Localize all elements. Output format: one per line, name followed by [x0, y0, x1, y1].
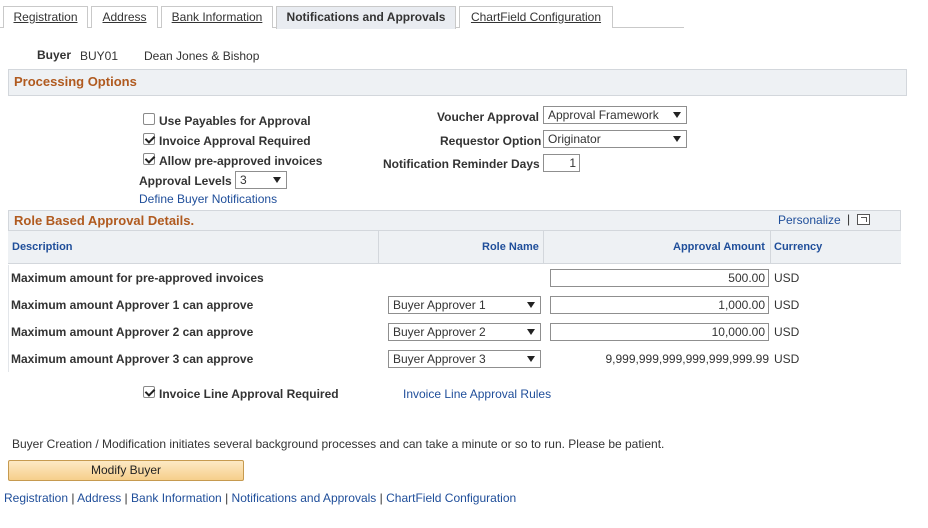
approval-amount-readonly: 9,999,999,999,999,999,999.99 [605, 352, 770, 366]
column-header-currency[interactable]: Currency [774, 241, 822, 253]
link-separator: | [379, 491, 383, 505]
allow-preapproved-checkbox[interactable] [143, 153, 155, 165]
chevron-down-icon [673, 112, 681, 118]
approval-levels-value: 3 [240, 173, 247, 187]
invoice-line-approval-label: Invoice Line Approval Required [159, 387, 339, 401]
tab-label: Bank Information [171, 10, 263, 24]
voucher-approval-label: Voucher Approval [437, 110, 540, 124]
column-header-description[interactable]: Description [12, 241, 73, 253]
column-header-approval-amount[interactable]: Approval Amount [673, 241, 765, 253]
invoice-line-approval-checkbox[interactable] [143, 386, 155, 398]
bottom-link-address[interactable]: Address [77, 491, 121, 505]
role-name-value: Buyer Approver 1 [393, 298, 486, 312]
processing-options-title: Processing Options [14, 74, 137, 89]
link-separator: | [124, 491, 128, 505]
tab-notifications-and-approvals[interactable]: Notifications and Approvals [276, 6, 456, 29]
tab-registration[interactable]: Registration [3, 6, 88, 28]
approval-amount-input[interactable]: 500.00 [550, 269, 769, 287]
buyer-name: Dean Jones & Bishop [144, 49, 260, 63]
column-divider [770, 230, 771, 264]
row-description: Maximum amount Approver 3 can approve [11, 352, 254, 366]
tab-bar: Registration Address Bank Information No… [0, 6, 684, 29]
row-description: Maximum amount for pre-approved invoices [11, 271, 264, 285]
bottom-link-bank-information[interactable]: Bank Information [131, 491, 222, 505]
row-description: Maximum amount Approver 2 can approve [11, 325, 254, 339]
processing-options-bar [8, 69, 907, 96]
link-separator: | [71, 491, 75, 505]
invoice-approval-label: Invoice Approval Required [159, 134, 311, 148]
role-grid-header [8, 230, 901, 264]
role-name-select[interactable]: Buyer Approver 2 [388, 323, 541, 341]
tab-label: Notifications and Approvals [286, 10, 446, 24]
buyer-label: Buyer [37, 48, 72, 62]
column-divider [378, 230, 379, 264]
voucher-approval-value: Approval Framework [548, 108, 659, 122]
chevron-down-icon [527, 302, 535, 308]
chevron-down-icon [527, 329, 535, 335]
tab-bank-information[interactable]: Bank Information [161, 6, 273, 28]
footer-note: Buyer Creation / Modification initiates … [12, 437, 665, 451]
reminder-days-label: Notification Reminder Days [383, 157, 540, 171]
tab-address[interactable]: Address [91, 6, 158, 28]
row-currency: USD [774, 271, 800, 285]
chevron-down-icon [273, 177, 281, 183]
row-description: Maximum amount Approver 1 can approve [11, 298, 254, 312]
requestor-option-select[interactable]: Originator [543, 130, 687, 148]
bottom-link-registration[interactable]: Registration [4, 491, 68, 505]
requestor-option-label: Requestor Option [440, 134, 542, 148]
invoice-line-approval-rules-link[interactable]: Invoice Line Approval Rules [403, 387, 551, 401]
column-header-role-name[interactable]: Role Name [482, 241, 539, 253]
personalize-separator: | [847, 212, 851, 226]
row-currency: USD [774, 352, 800, 366]
approval-levels-label: Approval Levels [139, 174, 232, 188]
chevron-down-icon [673, 136, 681, 142]
chevron-down-icon [527, 356, 535, 362]
role-grid-title: Role Based Approval Details. [14, 213, 195, 228]
buyer-id: BUY01 [80, 49, 119, 63]
voucher-approval-select[interactable]: Approval Framework [543, 106, 687, 124]
tab-label: Address [102, 10, 147, 24]
link-separator: | [225, 491, 229, 505]
role-name-value: Buyer Approver 2 [393, 325, 486, 339]
modify-buyer-button[interactable]: Modify Buyer [8, 460, 244, 481]
approval-amount-input[interactable]: 1,000.00 [550, 296, 769, 314]
invoice-approval-checkbox[interactable] [143, 133, 155, 145]
personalize-link[interactable]: Personalize [778, 213, 841, 227]
role-name-select[interactable]: Buyer Approver 1 [388, 296, 541, 314]
define-buyer-notifications-link[interactable]: Define Buyer Notifications [139, 192, 277, 206]
requestor-option-value: Originator [548, 132, 601, 146]
use-payables-checkbox[interactable] [143, 113, 155, 125]
use-payables-label: Use Payables for Approval [159, 114, 311, 128]
row-currency: USD [774, 325, 800, 339]
role-name-select[interactable]: Buyer Approver 3 [388, 350, 541, 368]
reminder-days-input[interactable]: 1 [543, 154, 580, 172]
allow-preapproved-label: Allow pre-approved invoices [159, 154, 323, 168]
tab-chartfield-configuration[interactable]: ChartField Configuration [459, 6, 613, 28]
column-divider [543, 230, 544, 264]
popup-window-icon[interactable] [857, 214, 870, 225]
bottom-link-chartfield-configuration[interactable]: ChartField Configuration [386, 491, 516, 505]
approval-levels-select[interactable]: 3 [235, 171, 287, 189]
tab-label: ChartField Configuration [470, 10, 602, 24]
bottom-link-notifications-and-approvals[interactable]: Notifications and Approvals [232, 491, 377, 505]
grid-left-border [8, 265, 9, 372]
role-name-value: Buyer Approver 3 [393, 352, 486, 366]
bottom-nav: Registration | Address | Bank Informatio… [4, 491, 516, 505]
tab-label: Registration [13, 10, 78, 24]
approval-amount-input[interactable]: 10,000.00 [550, 323, 769, 341]
row-currency: USD [774, 298, 800, 312]
